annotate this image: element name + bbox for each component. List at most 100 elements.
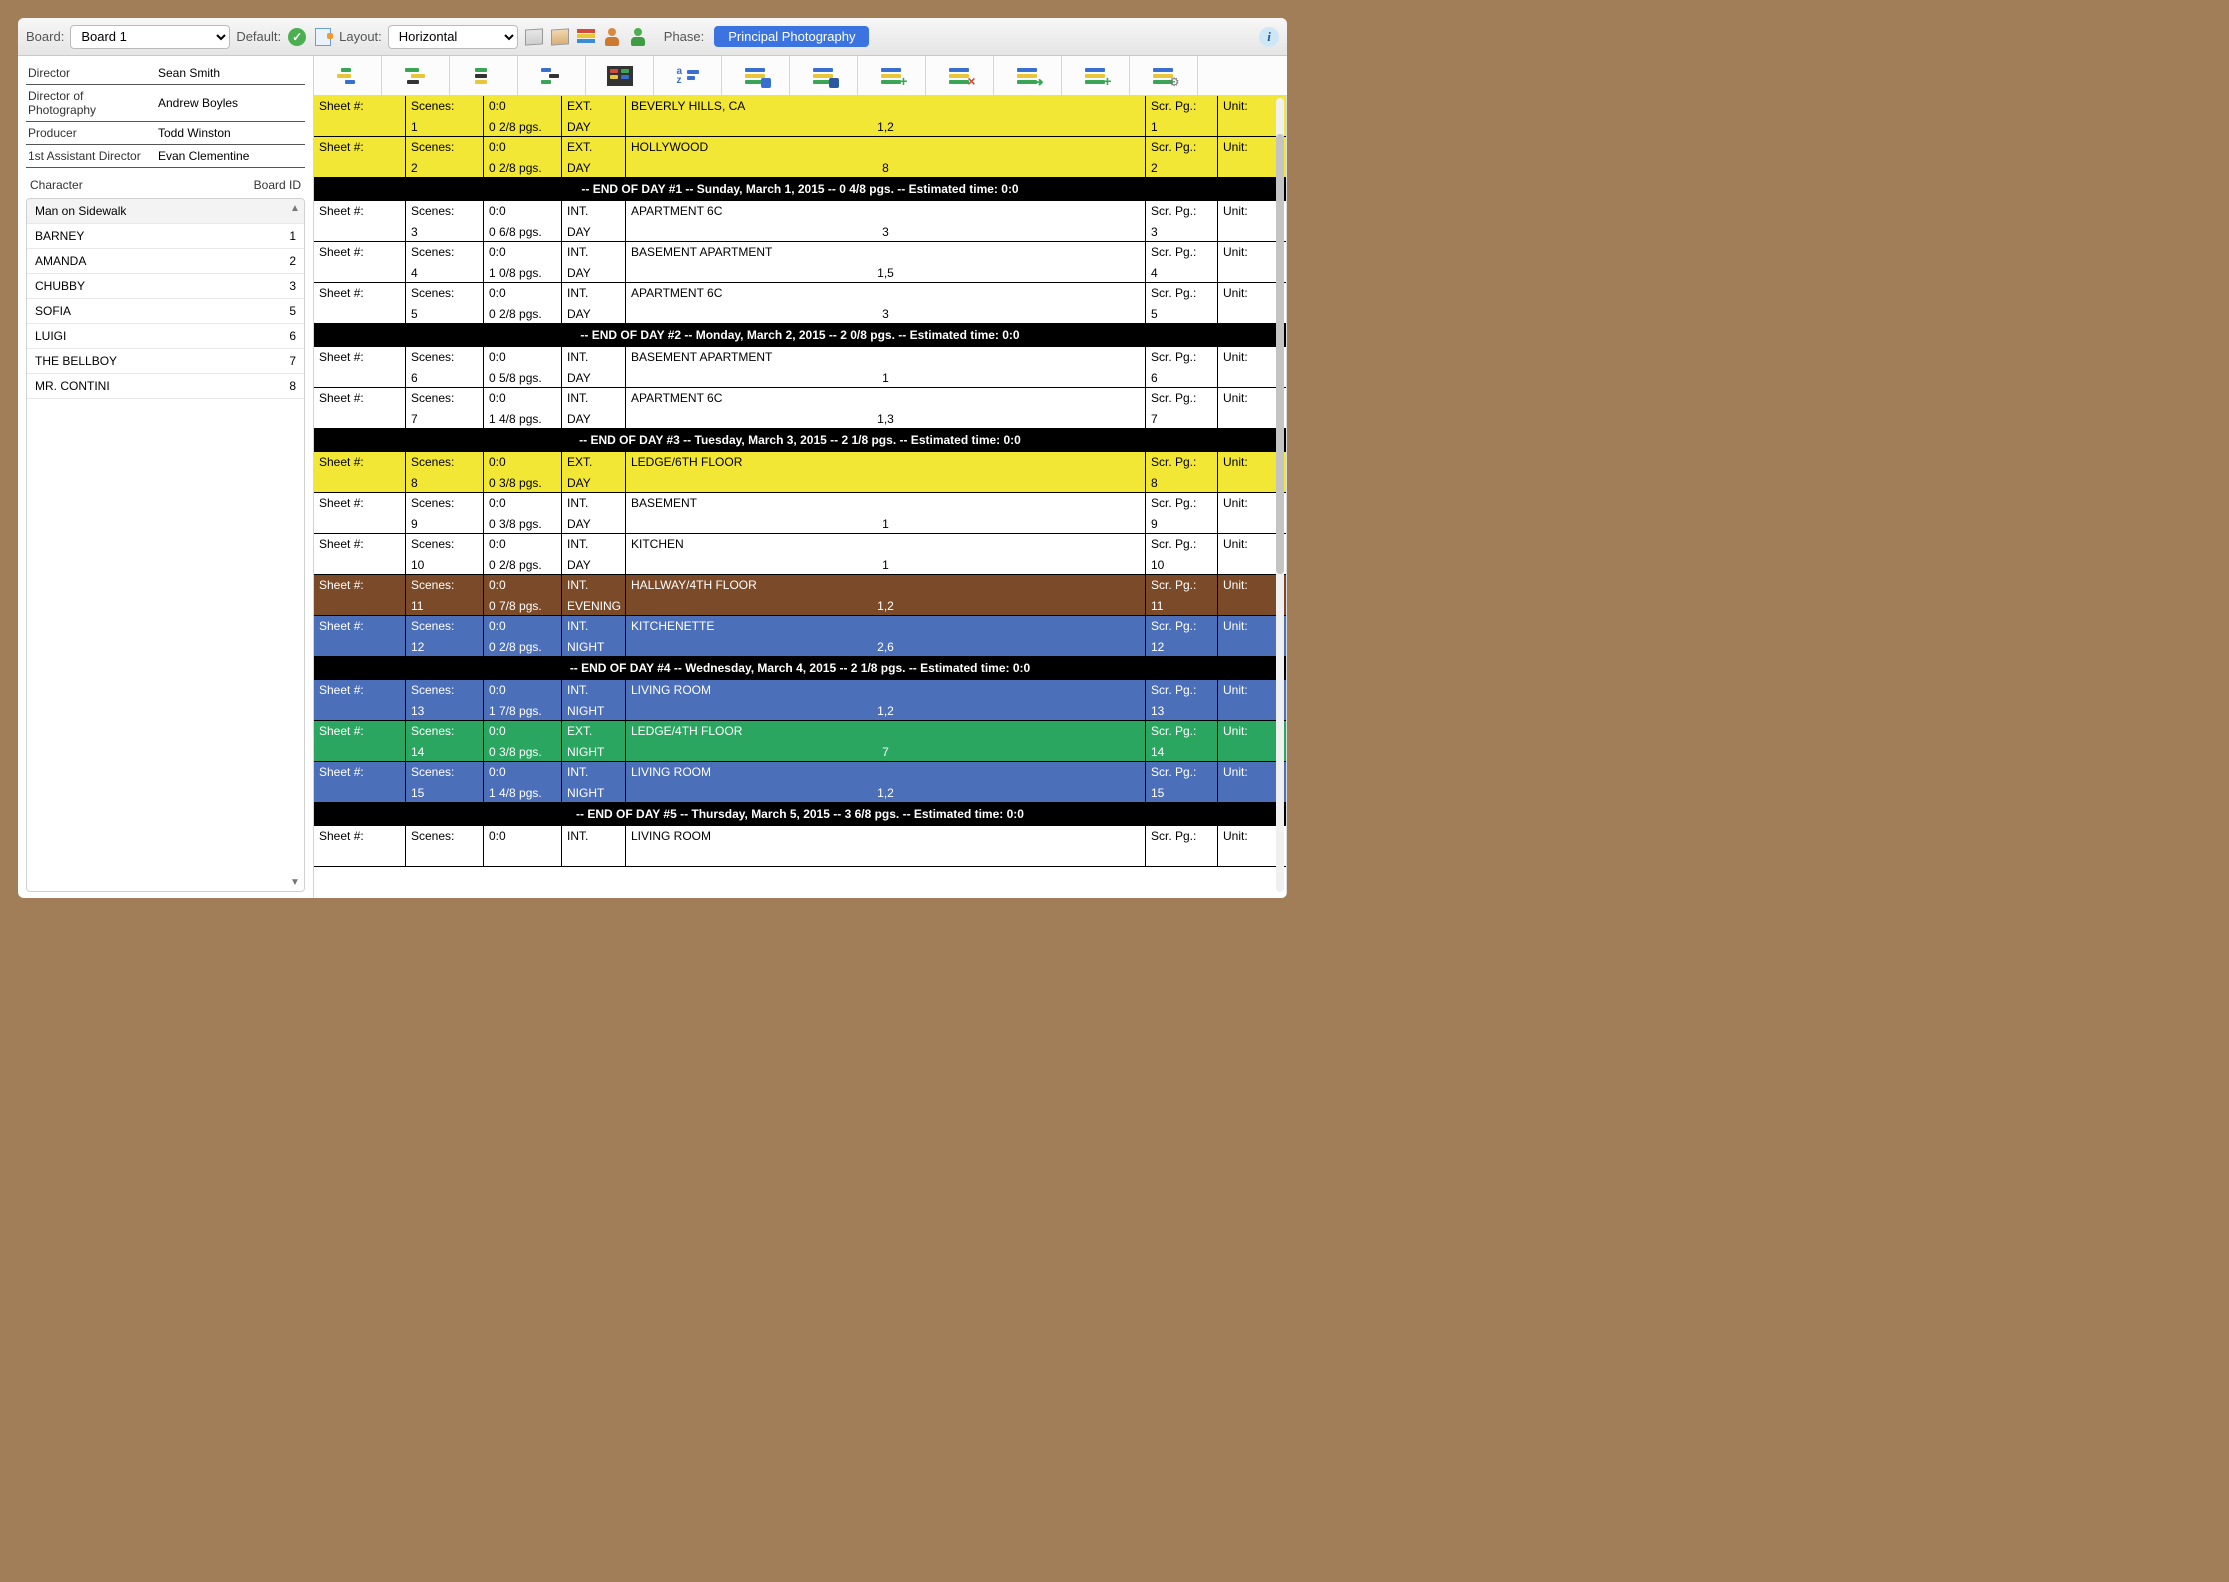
strip-row[interactable]: Sheet #:Scenes:60:00 5/8 pgs.INT.DAYBASE… bbox=[314, 347, 1286, 388]
day-break[interactable]: -- END OF DAY #4 -- Wednesday, March 4, … bbox=[314, 657, 1286, 680]
character-row[interactable]: CHUBBY3 bbox=[27, 274, 304, 299]
character-id: 5 bbox=[289, 304, 296, 318]
tool-11[interactable]: ➜ bbox=[994, 56, 1062, 95]
phase-label: Phase: bbox=[664, 29, 704, 44]
scrpg-cell: Scr. Pg.:15 bbox=[1146, 762, 1218, 802]
day-break[interactable]: -- END OF DAY #2 -- Monday, March 2, 201… bbox=[314, 324, 1286, 347]
tool-sort-az[interactable]: az bbox=[654, 56, 722, 95]
tool-4[interactable] bbox=[518, 56, 586, 95]
character-row[interactable]: AMANDA2 bbox=[27, 249, 304, 274]
strip-row[interactable]: Sheet #:Scenes:20:00 2/8 pgs.EXT.DAYHOLL… bbox=[314, 137, 1286, 178]
scroll-up-icon[interactable]: ▲ bbox=[288, 201, 302, 215]
tool-12[interactable]: + bbox=[1062, 56, 1130, 95]
strip-row[interactable]: Sheet #:Scenes:140:00 3/8 pgs.EXT.NIGHTL… bbox=[314, 721, 1286, 762]
sheet-cell: Sheet #: bbox=[314, 493, 406, 533]
scenes-cell: Scenes: bbox=[406, 826, 484, 866]
sheet-cell: Sheet #: bbox=[314, 534, 406, 574]
tool-3[interactable] bbox=[450, 56, 518, 95]
export-icon[interactable] bbox=[550, 27, 570, 47]
sheet-cell: Sheet #: bbox=[314, 96, 406, 136]
strips-icon[interactable] bbox=[576, 27, 596, 47]
strip-row[interactable]: Sheet #:Scenes:110:00 7/8 pgs.INT.EVENIN… bbox=[314, 575, 1286, 616]
strip-row[interactable]: Sheet #:Scenes:40:01 0/8 pgs.INT.DAYBASE… bbox=[314, 242, 1286, 283]
strip-row[interactable]: Sheet #:Scenes:10:00 2/8 pgs.EXT.DAYBEVE… bbox=[314, 96, 1286, 137]
character-id: 1 bbox=[289, 229, 296, 243]
crew-name: Evan Clementine bbox=[156, 145, 305, 168]
layout-select[interactable]: Horizontal bbox=[388, 25, 518, 49]
crew-name: Andrew Boyles bbox=[156, 85, 305, 122]
character-row[interactable]: BARNEY1 bbox=[27, 224, 304, 249]
pages-cell: 0:01 4/8 pgs. bbox=[484, 762, 562, 802]
scenes-cell: Scenes:9 bbox=[406, 493, 484, 533]
character-row[interactable]: Man on Sidewalk bbox=[27, 199, 304, 224]
tool-1[interactable] bbox=[314, 56, 382, 95]
edit-doc-icon[interactable] bbox=[313, 27, 333, 47]
scenes-cell: Scenes:12 bbox=[406, 616, 484, 656]
character-row[interactable]: MR. CONTINI8 bbox=[27, 374, 304, 399]
tool-5[interactable] bbox=[586, 56, 654, 95]
sheet-cell: Sheet #: bbox=[314, 616, 406, 656]
location-cell: LIVING ROOM bbox=[626, 826, 1146, 866]
crew-row: DirectorSean Smith bbox=[26, 62, 305, 85]
character-row[interactable]: LUIGI6 bbox=[27, 324, 304, 349]
location-cell: BEVERLY HILLS, CA1,2 bbox=[626, 96, 1146, 136]
sheet-cell: Sheet #: bbox=[314, 137, 406, 177]
boardid-col-label: Board ID bbox=[254, 178, 301, 192]
tool-2[interactable] bbox=[382, 56, 450, 95]
tool-8[interactable] bbox=[790, 56, 858, 95]
scroll-down-icon[interactable]: ▼ bbox=[288, 875, 302, 889]
person-green-icon[interactable] bbox=[628, 27, 648, 47]
sidebar: DirectorSean SmithDirector of Photograph… bbox=[18, 56, 314, 898]
crew-row: Director of PhotographyAndrew Boyles bbox=[26, 85, 305, 122]
strip-row[interactable]: Sheet #:Scenes:0:0INT.LIVING ROOMScr. Pg… bbox=[314, 826, 1286, 867]
tool-7[interactable] bbox=[722, 56, 790, 95]
pages-cell: 0:00 3/8 pgs. bbox=[484, 493, 562, 533]
character-name: MR. CONTINI bbox=[35, 379, 110, 393]
sheet-cell: Sheet #: bbox=[314, 680, 406, 720]
icon-toolbar: az + × ➜ + ⚙ bbox=[314, 56, 1287, 96]
print-icon[interactable] bbox=[524, 27, 544, 47]
strip-row[interactable]: Sheet #:Scenes:120:00 2/8 pgs.INT.NIGHTK… bbox=[314, 616, 1286, 657]
character-id: 7 bbox=[289, 354, 296, 368]
location-cell: BASEMENT APARTMENT1,5 bbox=[626, 242, 1146, 282]
strip-row[interactable]: Sheet #:Scenes:30:00 6/8 pgs.INT.DAYAPAR… bbox=[314, 201, 1286, 242]
character-row[interactable]: SOFIA5 bbox=[27, 299, 304, 324]
crew-role: 1st Assistant Director bbox=[26, 145, 156, 168]
strip-row[interactable]: Sheet #:Scenes:130:01 7/8 pgs.INT.NIGHTL… bbox=[314, 680, 1286, 721]
crew-name: Todd Winston bbox=[156, 122, 305, 145]
scrollbar-thumb[interactable] bbox=[1276, 134, 1284, 574]
strip-row[interactable]: Sheet #:Scenes:100:00 2/8 pgs.INT.DAYKIT… bbox=[314, 534, 1286, 575]
crew-role: Director bbox=[26, 62, 156, 85]
accept-icon[interactable]: ✓ bbox=[287, 27, 307, 47]
scenes-cell: Scenes:4 bbox=[406, 242, 484, 282]
strip-row[interactable]: Sheet #:Scenes:70:01 4/8 pgs.INT.DAYAPAR… bbox=[314, 388, 1286, 429]
scenes-cell: Scenes:8 bbox=[406, 452, 484, 492]
board-select[interactable]: Board 1 bbox=[70, 25, 230, 49]
strip-row[interactable]: Sheet #:Scenes:50:00 2/8 pgs.INT.DAYAPAR… bbox=[314, 283, 1286, 324]
strip-row[interactable]: Sheet #:Scenes:150:01 4/8 pgs.INT.NIGHTL… bbox=[314, 762, 1286, 803]
vertical-scrollbar[interactable] bbox=[1276, 98, 1284, 892]
info-icon[interactable]: i bbox=[1259, 27, 1279, 47]
strip-row[interactable]: Sheet #:Scenes:80:00 3/8 pgs.EXT.DAYLEDG… bbox=[314, 452, 1286, 493]
tool-13[interactable]: ⚙ bbox=[1130, 56, 1198, 95]
scrpg-cell: Scr. Pg.:1 bbox=[1146, 96, 1218, 136]
character-list[interactable]: Man on SidewalkBARNEY1AMANDA2CHUBBY3SOFI… bbox=[26, 198, 305, 892]
person-orange-icon[interactable] bbox=[602, 27, 622, 47]
character-row[interactable]: THE BELLBOY7 bbox=[27, 349, 304, 374]
day-break[interactable]: -- END OF DAY #3 -- Tuesday, March 3, 20… bbox=[314, 429, 1286, 452]
scrpg-cell: Scr. Pg.:9 bbox=[1146, 493, 1218, 533]
location-cell: APARTMENT 6C3 bbox=[626, 283, 1146, 323]
day-break[interactable]: -- END OF DAY #5 -- Thursday, March 5, 2… bbox=[314, 803, 1286, 826]
phase-badge[interactable]: Principal Photography bbox=[714, 26, 869, 47]
day-break[interactable]: -- END OF DAY #1 -- Sunday, March 1, 201… bbox=[314, 178, 1286, 201]
location-cell: KITCHENETTE2,6 bbox=[626, 616, 1146, 656]
top-toolbar: Board: Board 1 Default: ✓ Layout: Horizo… bbox=[18, 18, 1287, 56]
strip-board[interactable]: Sheet #:Scenes:10:00 2/8 pgs.EXT.DAYBEVE… bbox=[314, 96, 1287, 898]
strip-row[interactable]: Sheet #:Scenes:90:00 3/8 pgs.INT.DAYBASE… bbox=[314, 493, 1286, 534]
ie-cell: EXT.DAY bbox=[562, 137, 626, 177]
scrpg-cell: Scr. Pg.:8 bbox=[1146, 452, 1218, 492]
ie-cell: INT.DAY bbox=[562, 534, 626, 574]
tool-10[interactable]: × bbox=[926, 56, 994, 95]
pages-cell: 0:01 4/8 pgs. bbox=[484, 388, 562, 428]
tool-9[interactable]: + bbox=[858, 56, 926, 95]
